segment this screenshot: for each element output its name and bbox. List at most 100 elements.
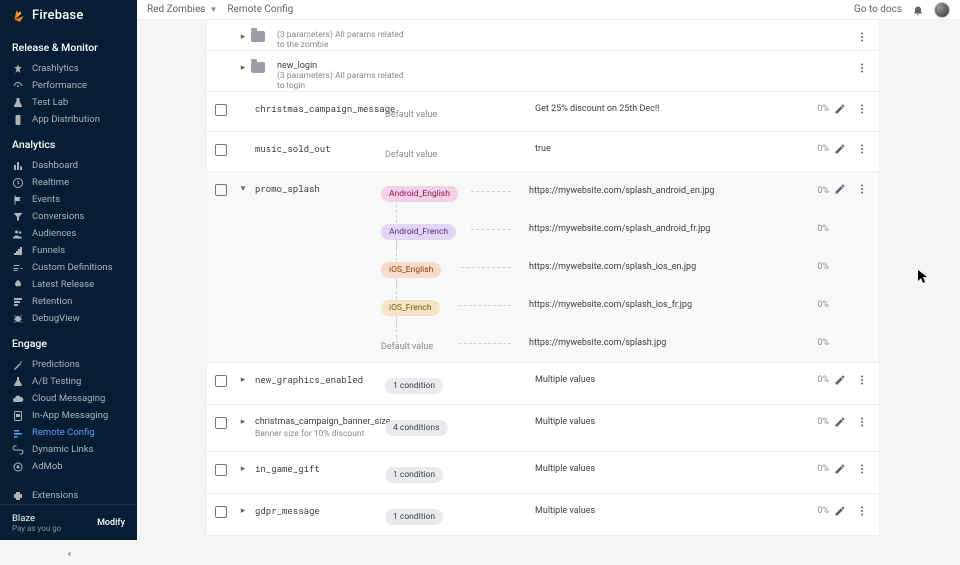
firebase-icon <box>12 9 26 23</box>
param-name: new_graphics_enabled <box>251 363 381 398</box>
plan-block[interactable]: Blaze Pay as you go Modify <box>0 504 137 541</box>
fetch-pct: 0% <box>793 262 829 272</box>
checkbox[interactable] <box>215 375 227 387</box>
crashlytics-icon <box>12 63 24 75</box>
more-button[interactable] <box>855 182 869 196</box>
edit-button[interactable] <box>833 462 847 476</box>
condition-chip: iOS_English <box>381 262 441 278</box>
param-value: https://mywebsite.com/splash.jpg <box>529 338 793 348</box>
param-value: Multiple values <box>531 452 793 486</box>
inapp-icon <box>12 410 24 422</box>
sidebar-item-debugview[interactable]: DebugView <box>0 310 137 327</box>
admob-icon <box>12 461 24 473</box>
phone-icon <box>12 114 24 126</box>
more-button[interactable] <box>855 61 869 75</box>
rocket-icon <box>12 279 24 291</box>
params-card: ▸ (3 parameters) All params related to t… <box>207 20 879 535</box>
param-row-expanded[interactable]: ▾ promo_splash Android_English https://m… <box>207 171 879 362</box>
param-row[interactable]: ▸ christmas_campaign_banner_size Banner … <box>207 404 879 451</box>
firebase-logo[interactable]: Firebase <box>0 0 137 31</box>
fetch-pct: 0% <box>793 224 829 234</box>
edit-button[interactable] <box>833 142 847 156</box>
param-name: gdpr_message <box>251 494 381 529</box>
expand-toggle[interactable]: ▸ <box>235 452 251 474</box>
sidebar-item-conversions[interactable]: Conversions <box>0 208 137 225</box>
sidebar-item-predictions[interactable]: Predictions <box>0 356 137 373</box>
checkbox[interactable] <box>215 506 227 518</box>
param-value: Get 25% discount on 25th Dec!! <box>531 92 793 126</box>
condition-chip: 1 condition <box>385 509 443 525</box>
sidebar-item-cloudmsg[interactable]: Cloud Messaging <box>0 390 137 407</box>
sidebar-item-realtime[interactable]: Realtime <box>0 174 137 191</box>
param-value: https://mywebsite.com/splash_ios_en.jpg <box>529 262 793 272</box>
stairs-icon <box>12 245 24 257</box>
checkbox[interactable] <box>215 104 227 116</box>
topbar: Red Zombies ▼ Remote Config Go to docs <box>137 0 960 20</box>
sidebar-item-dynamiclinks[interactable]: Dynamic Links <box>0 441 137 458</box>
more-button[interactable] <box>855 462 869 476</box>
docs-link[interactable]: Go to docs <box>854 4 902 15</box>
more-button[interactable] <box>855 102 869 116</box>
edit-button[interactable] <box>833 373 847 387</box>
param-row[interactable]: ▸ gdpr_message 1 condition Multiple valu… <box>207 493 879 535</box>
fetch-pct: 0% <box>793 338 829 348</box>
edit-button[interactable] <box>833 504 847 518</box>
edit-button[interactable] <box>833 102 847 116</box>
bell-icon[interactable] <box>912 4 924 16</box>
sidebar-item-crashlytics[interactable]: Crashlytics <box>0 60 137 77</box>
checkbox[interactable] <box>215 464 227 476</box>
more-button[interactable] <box>855 415 869 429</box>
param-row[interactable]: ▸ in_game_gift 1 condition Multiple valu… <box>207 451 879 493</box>
expand-toggle[interactable]: ▸ <box>235 20 251 42</box>
expand-toggle[interactable]: ▸ <box>235 494 251 516</box>
sidebar-item-funnels[interactable]: Funnels <box>0 242 137 259</box>
project-selector[interactable]: Red Zombies ▼ <box>147 4 217 15</box>
more-button[interactable] <box>855 30 869 44</box>
sidebar-item-abtesting[interactable]: A/B Testing <box>0 373 137 390</box>
speed-icon <box>12 80 24 92</box>
folder-row: ▸ new_login (3 parameters) All params re… <box>207 50 879 91</box>
sidebar-item-events[interactable]: Events <box>0 191 137 208</box>
checkbox[interactable] <box>215 184 227 196</box>
collapse-toggle[interactable]: ▾ <box>235 172 251 194</box>
param-row[interactable]: christmas_campaign_message Default value… <box>207 91 879 131</box>
sidebar-item-customdef[interactable]: Custom Definitions <box>0 259 137 276</box>
sidebar-item-extensions[interactable]: Extensions <box>0 487 137 504</box>
sidebar-item-remoteconfig[interactable]: Remote Config <box>0 424 137 441</box>
link-icon <box>12 444 24 456</box>
param-value: Multiple values <box>531 494 793 528</box>
sidebar-item-admob[interactable]: AdMob <box>0 458 137 475</box>
sidebar-item-dashboard[interactable]: Dashboard <box>0 157 137 174</box>
sidebar-group-engage: Engage <box>0 327 137 356</box>
more-button[interactable] <box>855 504 869 518</box>
condition-label: Default value <box>385 150 437 160</box>
flag-icon <box>12 194 24 206</box>
more-button[interactable] <box>855 373 869 387</box>
more-button[interactable] <box>855 142 869 156</box>
edit-button[interactable] <box>833 415 847 429</box>
sidebar-item-inappmsg[interactable]: In-App Messaging <box>0 407 137 424</box>
checkbox[interactable] <box>215 144 227 156</box>
collapse-sidebar[interactable] <box>0 541 137 565</box>
sidebar-item-testlab[interactable]: Test Lab <box>0 94 137 111</box>
sidebar-item-latest[interactable]: Latest Release <box>0 276 137 293</box>
condition-chip: Android_French <box>381 224 456 240</box>
param-row[interactable]: ▸ new_graphics_enabled 1 condition Multi… <box>207 362 879 404</box>
plan-modify[interactable]: Modify <box>97 518 125 528</box>
sidebar-item-performance[interactable]: Performance <box>0 77 137 94</box>
edit-button[interactable] <box>833 182 847 196</box>
sidebar-item-audiences[interactable]: Audiences <box>0 225 137 242</box>
expand-toggle[interactable]: ▸ <box>235 363 251 385</box>
sidebar-item-retention[interactable]: Retention <box>0 293 137 310</box>
bug-icon <box>12 313 24 325</box>
sidebar: Firebase Release & Monitor Crashlytics P… <box>0 0 137 540</box>
expand-toggle[interactable]: ▸ <box>235 51 251 73</box>
param-row[interactable]: music_sold_out Default value true 0% <box>207 131 879 171</box>
folder-icon <box>251 62 265 73</box>
checkbox[interactable] <box>215 417 227 429</box>
condition-chip: 4 conditions <box>385 420 448 436</box>
avatar[interactable] <box>934 2 950 18</box>
caret-down-icon: ▼ <box>209 5 217 14</box>
sidebar-item-appdist[interactable]: App Distribution <box>0 111 137 128</box>
expand-toggle[interactable]: ▸ <box>235 405 251 427</box>
